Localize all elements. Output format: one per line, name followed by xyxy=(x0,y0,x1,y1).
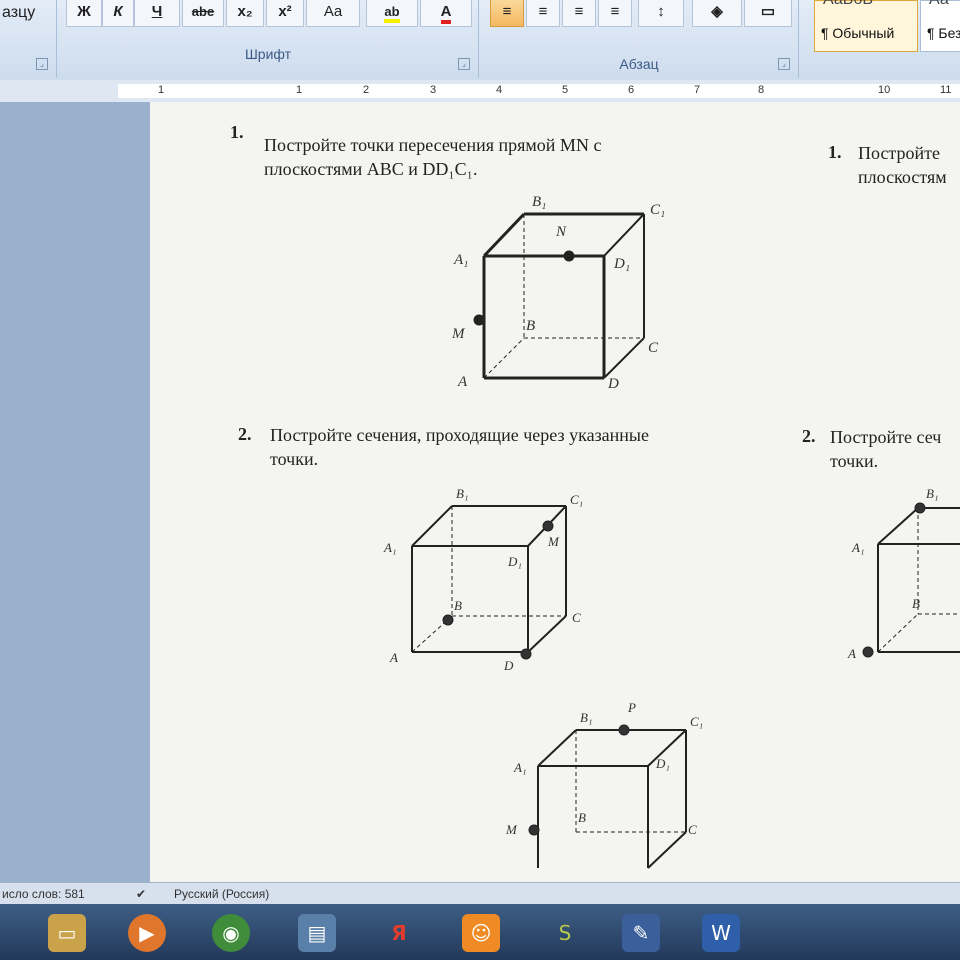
cube-3-labels: B₁ P C₁ A₁ D₁ M B C xyxy=(505,700,703,837)
label-b1: B₁ xyxy=(926,486,938,501)
app-icon[interactable]: S xyxy=(546,914,584,952)
label-b: B xyxy=(526,318,535,334)
label-p: P xyxy=(627,700,636,715)
label-b: B xyxy=(912,596,920,611)
point-b xyxy=(442,614,454,626)
cube-4 xyxy=(862,502,960,658)
chrome-icon[interactable]: ◉ xyxy=(212,914,250,952)
label-m: M xyxy=(451,326,466,342)
label-a1: A₁ xyxy=(513,760,526,775)
geometry-figures: B₁ C₁ N A₁ D₁ M B C A D B₁ C₁ A₁ M D₁ B … xyxy=(383,194,960,869)
label-a: A xyxy=(389,650,398,665)
language-indicator[interactable]: Русский (Россия) xyxy=(174,887,269,901)
monitor-icon[interactable]: ▤ xyxy=(298,914,336,952)
point-p xyxy=(618,724,630,736)
label-d1: D₁ xyxy=(655,756,670,771)
label-c: C xyxy=(648,340,659,356)
point-b1 xyxy=(914,502,926,514)
label-a: A xyxy=(457,374,468,390)
label-b1: B₁ xyxy=(456,486,468,501)
cube-2 xyxy=(411,505,567,660)
label-a: A xyxy=(847,646,856,661)
point-d xyxy=(520,648,532,660)
cube-3 xyxy=(528,724,687,869)
point-m xyxy=(542,520,554,532)
label-a1: A₁ xyxy=(383,540,396,555)
label-n: N xyxy=(555,224,567,240)
media-player-icon[interactable]: ▶ xyxy=(128,914,166,952)
point-n xyxy=(563,250,575,262)
point-m xyxy=(528,824,540,836)
label-b1: B₁ xyxy=(532,194,546,210)
point-m xyxy=(473,314,485,326)
word-document-icon[interactable]: W xyxy=(702,914,740,952)
yandex-browser-icon[interactable]: Я xyxy=(380,914,418,952)
status-bar: исло слов: 581 ✔ Русский (Россия) xyxy=(0,882,960,905)
cube-2-labels: B₁ C₁ A₁ M D₁ B C A D xyxy=(383,486,583,673)
label-b: B xyxy=(578,810,586,825)
label-d1: D₁ xyxy=(613,256,630,272)
label-a1: A₁ xyxy=(453,252,468,268)
label-m: M xyxy=(547,534,560,549)
proofing-icon[interactable]: ✔ xyxy=(136,887,146,901)
label-c1: C₁ xyxy=(570,492,583,507)
odnoklassniki-icon[interactable]: ☺ xyxy=(462,914,500,952)
taskbar: ▭ ▶ ◉ ▤ Я ☺ S ✎ W xyxy=(0,904,960,960)
label-b: B xyxy=(454,598,462,613)
label-d: D xyxy=(607,376,619,392)
label-c1: C₁ xyxy=(650,202,665,218)
word-count[interactable]: исло слов: 581 xyxy=(2,887,85,901)
label-d: D xyxy=(503,658,514,673)
label-m: M xyxy=(505,822,518,837)
cube-4-labels: B₁ A₁ B A xyxy=(847,486,938,661)
point-a xyxy=(862,646,874,658)
label-b1: B₁ xyxy=(580,710,592,725)
label-c: C xyxy=(572,610,581,625)
word-icon[interactable]: ✎ xyxy=(622,914,660,952)
folder-icon[interactable]: ▭ xyxy=(48,914,86,952)
label-c: C xyxy=(688,822,697,837)
label-a1: A₁ xyxy=(851,540,864,555)
label-c1: C₁ xyxy=(690,714,703,729)
label-d1: D₁ xyxy=(507,554,522,569)
